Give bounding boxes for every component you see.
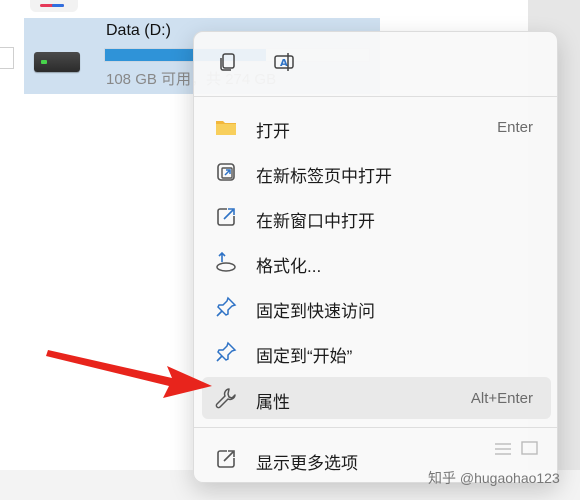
annotation-arrow xyxy=(46,350,212,398)
watermark: 知乎 @hugaohao123 xyxy=(428,470,560,486)
